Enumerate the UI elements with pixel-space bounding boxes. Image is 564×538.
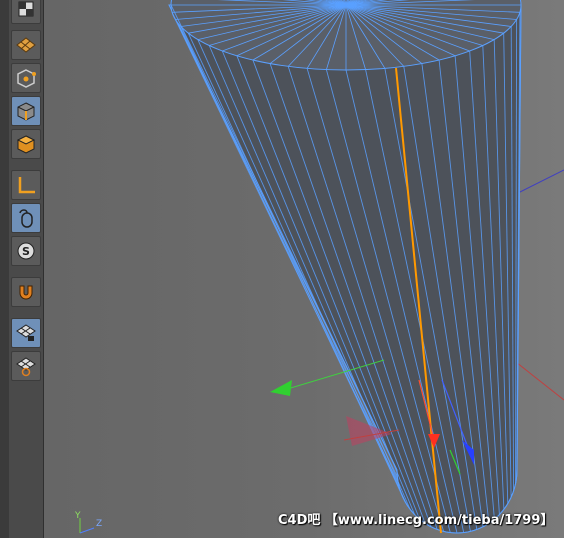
axis-mode-icon [18, 177, 35, 194]
svg-text:S: S [22, 245, 30, 258]
cylinder-body [168, 4, 522, 534]
workplane-lock-button[interactable] [11, 318, 41, 348]
edge-mode-button[interactable] [11, 96, 41, 126]
workplane-rotate-icon [16, 357, 36, 377]
checker-cube-button[interactable] [11, 0, 41, 24]
z-axis-label: Z [96, 519, 103, 529]
point-mode-icon [17, 69, 36, 88]
snap-button[interactable] [11, 277, 41, 307]
polygon-mode-button[interactable] [11, 129, 41, 159]
polygon-mode-icon [16, 135, 36, 154]
snap-magnet-icon [19, 285, 33, 300]
window-edge [0, 0, 9, 538]
workplane-rotate-button[interactable] [11, 351, 41, 381]
left-toolbar: S [9, 0, 44, 538]
viewport-scene [79, 0, 564, 534]
watermark-text: C4D吧 【www.linecg.com/tieba/1799】 [278, 513, 554, 528]
tweak-mouse-icon [19, 209, 33, 228]
solo-icon: S [17, 242, 35, 260]
axis-mode-button[interactable] [11, 170, 41, 200]
workplane-lock-icon [16, 324, 36, 341]
texture-mode-button[interactable] [11, 30, 41, 60]
3d-viewport[interactable]: Y Z [44, 0, 564, 538]
gizmo-green-arrow [270, 380, 292, 396]
edge-mode-icon [17, 102, 35, 121]
checker-cube-icon [18, 1, 34, 17]
tweak-mode-button[interactable] [11, 203, 41, 233]
view-axis-z [79, 527, 95, 534]
point-mode-button[interactable] [11, 63, 41, 93]
world-axis-line-blue [513, 169, 564, 196]
solo-button[interactable]: S [11, 236, 41, 266]
texture-grid-icon [16, 37, 36, 53]
y-axis-label: Y [75, 511, 81, 521]
